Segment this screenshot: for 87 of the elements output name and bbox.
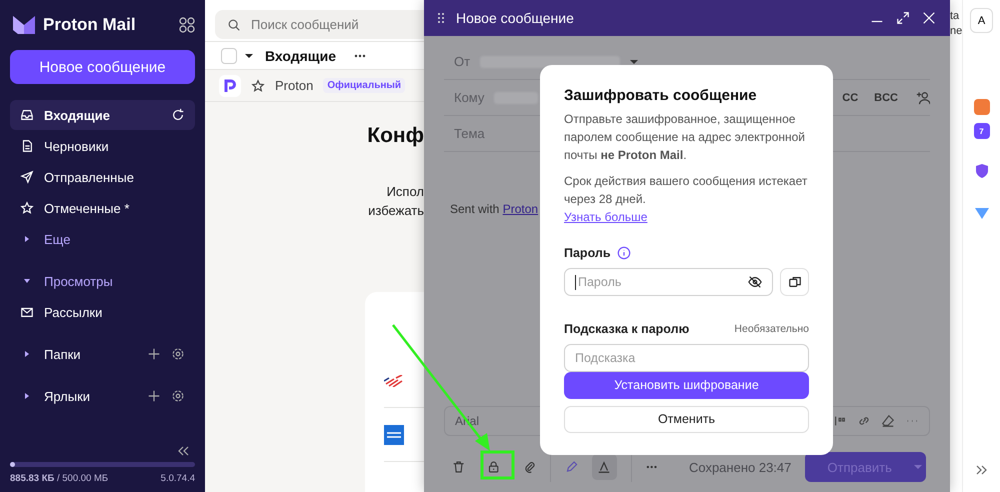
official-badge: Официальный	[323, 78, 406, 94]
info-icon[interactable]	[616, 246, 631, 260]
saved-status: Сохранено 23:47	[688, 460, 792, 474]
caret-right-icon	[23, 235, 31, 243]
sender-name: Proton	[275, 78, 314, 94]
message-heading: Конф	[367, 124, 424, 148]
account-button[interactable]: A	[970, 8, 993, 33]
nav-item[interactable]: Черновики	[10, 131, 195, 161]
caret-down-icon	[23, 277, 31, 285]
caret-right-icon	[23, 392, 31, 400]
subject-label: Тема	[454, 126, 485, 141]
expand-icon[interactable]	[976, 465, 988, 475]
caret-down-icon[interactable]	[245, 52, 253, 60]
message-text: Испол	[386, 183, 424, 201]
learn-more-link[interactable]: Узнать больше	[564, 210, 648, 224]
cc-button[interactable]: CC	[842, 92, 858, 104]
optional-label: Необязательно	[734, 323, 809, 335]
collapse-icon[interactable]	[177, 446, 189, 456]
hint-field[interactable]: Подсказка	[564, 344, 809, 372]
maximize-icon[interactable]	[896, 11, 910, 25]
envelope-icon	[20, 305, 34, 319]
select-all-checkbox[interactable]	[221, 48, 237, 64]
expiry-text: Срок действия вашего сообщения истекает через 28 дней.	[564, 173, 808, 208]
nav-item[interactable]: Отмеченные *	[10, 193, 195, 223]
nav-item[interactable]: Отправленные	[10, 162, 195, 192]
sender-avatar	[219, 74, 241, 97]
shield-icon[interactable]	[974, 163, 990, 179]
add-contact-icon[interactable]	[916, 90, 930, 104]
storage-text: 885.83 КБ / 500.00 МБ	[10, 473, 108, 484]
drag-handle-icon[interactable]	[438, 13, 444, 23]
text-style-button[interactable]	[592, 454, 617, 480]
caret-right-icon	[23, 350, 31, 358]
set-encryption-button[interactable]: Установить шифрование	[564, 372, 809, 399]
cancel-button[interactable]: Отменить	[564, 406, 809, 433]
nav-item[interactable]: Рассылки	[10, 297, 195, 327]
plus-icon[interactable]	[147, 347, 161, 361]
plus-icon[interactable]	[147, 389, 161, 403]
nav-item[interactable]: Входящие	[10, 100, 195, 130]
dialog-description: Отправьте зашифрованное, защищенное паролем сообщение на адрес электронной почты не Proton Mail.	[564, 111, 806, 164]
redacted-address	[494, 92, 538, 104]
composer-title: Новое сообщение	[456, 10, 575, 26]
dialog-title: Зашифровать сообщение	[564, 87, 758, 104]
document-icon	[20, 139, 34, 153]
new-message-button[interactable]: Новое сообщение	[10, 50, 195, 84]
triangle-icon[interactable]	[974, 205, 990, 221]
copy-icon	[788, 275, 802, 289]
contacts-icon[interactable]	[974, 99, 990, 115]
eye-off-icon[interactable]	[748, 275, 762, 289]
star-icon[interactable]	[251, 78, 265, 93]
quote-icon[interactable]	[833, 414, 847, 428]
star-icon	[20, 201, 34, 215]
refresh-icon[interactable]	[171, 108, 185, 122]
from-label: От	[454, 54, 470, 69]
bcc-button[interactable]: BCC	[874, 92, 898, 104]
to-label: Кому	[454, 90, 484, 105]
hint-label: Подсказка к паролю	[564, 322, 690, 336]
password-field[interactable]: Пароль	[564, 268, 773, 296]
lock-icon[interactable]	[487, 460, 501, 474]
settings-icon[interactable]	[171, 347, 185, 361]
more-icon[interactable]	[354, 54, 366, 58]
nav-group[interactable]: Папки	[10, 339, 195, 369]
apps-grid-icon[interactable]	[179, 17, 195, 33]
close-icon[interactable]	[922, 11, 936, 25]
copy-button[interactable]	[780, 268, 809, 296]
text-style-icon	[597, 460, 612, 474]
nav-group[interactable]: Просмотры	[10, 266, 195, 296]
eraser-icon[interactable]	[881, 414, 895, 428]
signature-link[interactable]: Proton	[502, 202, 538, 216]
paper-plane-icon	[20, 170, 34, 184]
inbox-icon	[20, 108, 34, 122]
version-text: 5.0.74.4	[160, 473, 195, 484]
nav-group[interactable]: Еще	[10, 224, 195, 254]
search-icon	[227, 18, 241, 32]
card-logo-icon	[384, 424, 404, 444]
search-field[interactable]: Поиск сообщений	[215, 10, 424, 39]
settings-icon[interactable]	[171, 389, 185, 403]
trash-icon[interactable]	[452, 460, 466, 474]
logo-icon	[13, 16, 35, 34]
password-label: Пароль	[564, 246, 611, 260]
brand-name: Proton Mail	[43, 15, 137, 35]
message-text: избежать	[368, 202, 424, 220]
user-name-text: ta	[950, 9, 960, 24]
paperclip-icon[interactable]	[522, 460, 536, 474]
folder-title: Входящие	[265, 48, 336, 64]
nav-group[interactable]: Ярлыки	[10, 381, 195, 411]
calendar-icon[interactable]: 7	[974, 123, 990, 139]
user-name-text: ne	[950, 24, 962, 39]
